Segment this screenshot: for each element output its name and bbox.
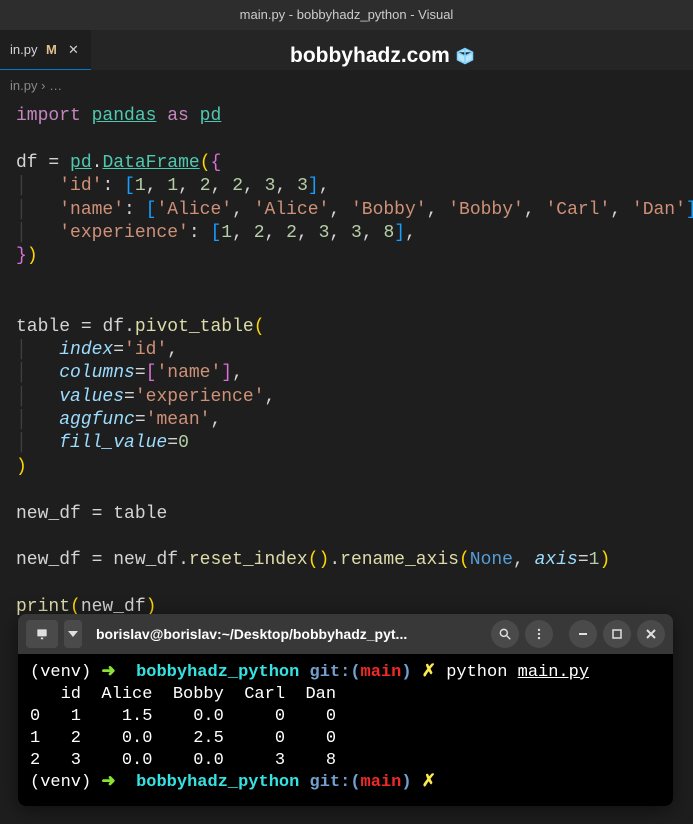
tab-filename: in.py (10, 42, 37, 57)
menu-icon[interactable] (525, 620, 553, 648)
minimize-button[interactable] (569, 620, 597, 648)
close-button[interactable] (637, 620, 665, 648)
breadcrumb-more: … (49, 78, 62, 93)
code-editor[interactable]: import pandas as pd df = pd.DataFrame({ … (0, 101, 693, 624)
watermark-overlay: bobbyhadz.com (290, 44, 474, 68)
breadcrumb-file: in.py (10, 78, 37, 93)
terminal-window: borislav@borislav:~/Desktop/bobbyhadz_py… (18, 614, 673, 806)
breadcrumb[interactable]: in.py › … (0, 70, 693, 101)
overlay-text: bobbyhadz.com (290, 44, 450, 68)
cube-icon (456, 47, 474, 65)
maximize-button[interactable] (603, 620, 631, 648)
breadcrumb-separator: › (41, 78, 45, 93)
terminal-title: borislav@borislav:~/Desktop/bobbyhadz_py… (88, 626, 485, 642)
title-bar: main.py - bobbyhadz_python - Visual (0, 0, 693, 30)
terminal-header: borislav@borislav:~/Desktop/bobbyhadz_py… (18, 614, 673, 654)
modified-indicator-icon: M (43, 42, 59, 58)
close-icon[interactable]: ✕ (65, 42, 81, 58)
terminal-body[interactable]: (venv) ➜ bobbyhadz_python git:(main) ✗ p… (18, 654, 673, 806)
new-tab-button[interactable] (26, 620, 58, 648)
search-icon[interactable] (491, 620, 519, 648)
tab-dropdown-button[interactable] (64, 620, 82, 648)
editor-tab[interactable]: in.py M ✕ (0, 30, 91, 70)
